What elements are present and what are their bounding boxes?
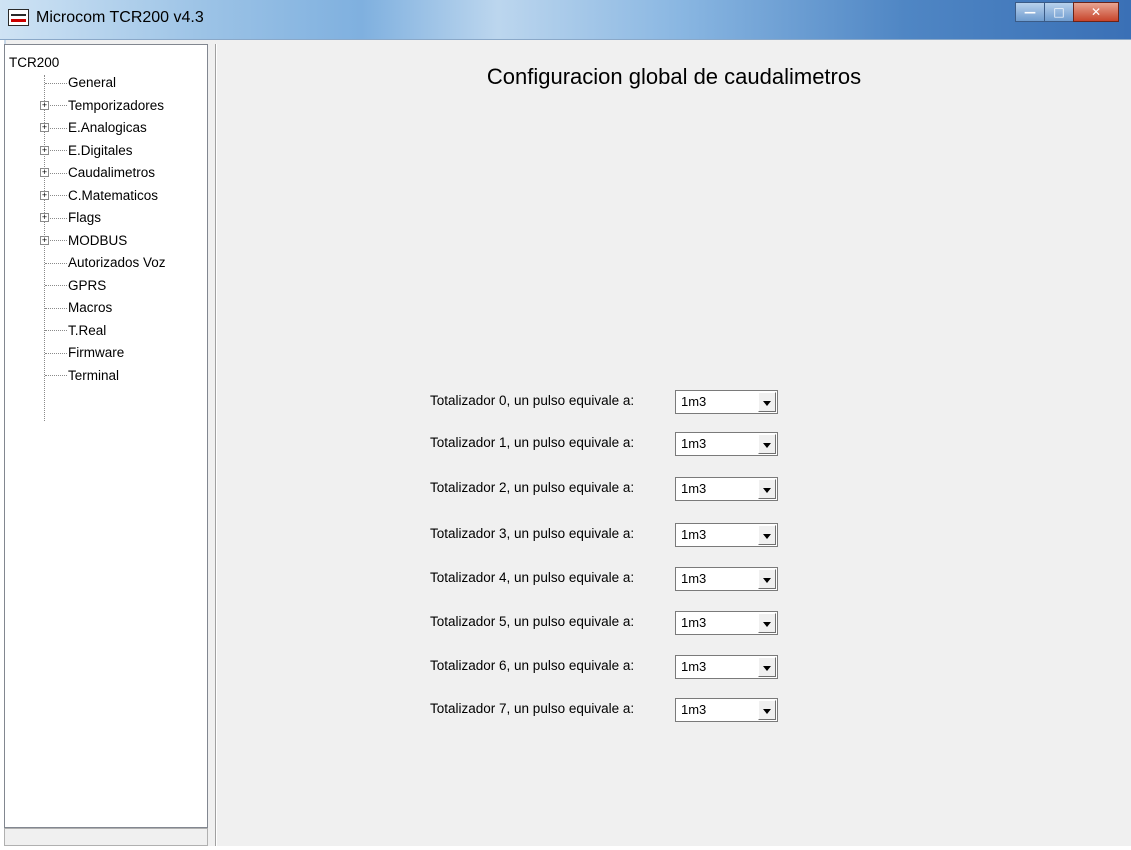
totalizer-label: Totalizador 7, un pulso equivale a: [430, 701, 635, 716]
select-value: 1m3 [681, 527, 707, 542]
totalizer-unit-select-3[interactable]: 1m3 [675, 523, 778, 547]
tree-item-label: Flags [68, 210, 102, 225]
expand-icon[interactable]: + [40, 190, 49, 200]
tree-item-label: General [68, 75, 117, 90]
page-title: Configuracion global de caudalimetros [486, 64, 862, 89]
chevron-down-icon[interactable] [758, 434, 776, 454]
totalizer-label: Totalizador 2, un pulso equivale a: [430, 480, 635, 495]
chevron-down-icon[interactable] [758, 613, 776, 633]
tree-connector [45, 352, 67, 354]
chevron-down-icon[interactable] [758, 569, 776, 589]
tree-item-e-digitales[interactable]: + E.Digitales [40, 141, 133, 161]
tree-item-label: Firmware [68, 345, 125, 360]
maximize-button[interactable]: □ [1044, 2, 1074, 22]
expand-icon[interactable]: + [40, 213, 49, 222]
select-value: 1m3 [681, 659, 707, 674]
tree-item-label: Autorizados Voz [68, 255, 166, 270]
tree-item-c-matematicos[interactable]: + C.Matematicos [40, 186, 159, 206]
tree-item-label: T.Real [68, 322, 107, 338]
totalizer-unit-select-6[interactable]: 1m3 [675, 655, 778, 679]
navigation-tree[interactable]: TCR200 General + Temporizadores + E.Analogic… [4, 44, 208, 828]
tree-item-terminal[interactable]: Terminal [45, 366, 119, 386]
title-bar[interactable]: Microcom TCR200 v4.3 — □ ✕ [0, 0, 1131, 40]
tree-connector [45, 285, 67, 287]
select-value: 1m3 [681, 571, 707, 586]
window-controls: — □ ✕ [1015, 2, 1119, 22]
totalizer-unit-select-5[interactable]: 1m3 [675, 611, 778, 635]
totalizer-unit-select-1[interactable]: 1m3 [675, 432, 778, 456]
minimize-icon: — [1024, 5, 1036, 19]
expand-icon[interactable]: + [40, 145, 49, 155]
tree-connector [45, 375, 67, 377]
tree-item-macros[interactable]: Macros [45, 298, 112, 318]
tree-item-label: Macros [68, 300, 113, 315]
expand-icon[interactable]: + [40, 123, 49, 132]
tree-item-label: GPRS [68, 277, 107, 293]
close-icon: ✕ [1090, 5, 1102, 19]
tree-item-label: Caudalimetros [68, 165, 156, 180]
tree-item-modbus[interactable]: + MODBUS [40, 231, 128, 251]
tree-item-label: Temporizadores [68, 97, 165, 113]
chevron-down-icon[interactable] [758, 479, 776, 499]
expand-icon[interactable]: + [40, 168, 49, 177]
tree-item-general[interactable]: General [45, 73, 116, 93]
expand-icon[interactable]: + [40, 100, 49, 110]
totalizer-label: Totalizador 1, un pulso equivale a: [430, 435, 635, 450]
tree-horizontal-scrollbar[interactable] [4, 828, 208, 846]
select-value: 1m3 [681, 702, 707, 717]
totalizer-label: Totalizador 3, un pulso equivale a: [430, 526, 635, 541]
select-value: 1m3 [681, 615, 707, 630]
select-value: 1m3 [681, 481, 707, 496]
window-bottom-edge [0, 846, 1131, 850]
tree-item-t-real[interactable]: T.Real [45, 321, 106, 341]
tree-item-gprs[interactable]: GPRS [45, 276, 106, 296]
tree-connector [45, 82, 67, 84]
tree-item-e-analogicas[interactable]: + E.Analogicas [40, 118, 147, 138]
totalizer-label: Totalizador 0, un pulso equivale a: [430, 393, 635, 408]
tree-item-firmware[interactable]: Firmware [45, 343, 124, 363]
tree-item-autorizados-voz[interactable]: Autorizados Voz [45, 253, 166, 273]
tree-item-label: C.Matematicos [68, 187, 159, 203]
totalizer-unit-select-7[interactable]: 1m3 [675, 698, 778, 722]
totalizer-unit-select-4[interactable]: 1m3 [675, 567, 778, 591]
app-logo-icon [8, 9, 29, 26]
totalizer-label: Totalizador 5, un pulso equivale a: [430, 614, 635, 629]
tree-item-temporizadores[interactable]: + Temporizadores [40, 96, 165, 116]
tree-item-caudalimetros[interactable]: + Caudalimetros [40, 163, 156, 183]
tree-item-flags[interactable]: + Flags [40, 208, 102, 228]
totalizer-label: Totalizador 4, un pulso equivale a: [430, 570, 635, 585]
select-value: 1m3 [681, 394, 707, 409]
maximize-icon: □ [1053, 5, 1065, 19]
panel-splitter[interactable] [215, 44, 217, 846]
chevron-down-icon[interactable] [758, 700, 776, 720]
totalizer-label: Totalizador 6, un pulso equivale a: [430, 658, 635, 673]
minimize-button[interactable]: — [1015, 2, 1045, 22]
tree-item-label: E.Digitales [68, 142, 133, 158]
tree-item-label: Terminal [68, 367, 120, 383]
window-title: Microcom TCR200 v4.3 [36, 9, 204, 26]
chevron-down-icon[interactable] [758, 392, 776, 412]
chevron-down-icon[interactable] [758, 525, 776, 545]
tree-root-item[interactable]: TCR200 [9, 55, 59, 70]
tree-item-label: MODBUS [68, 232, 128, 248]
expand-icon[interactable]: + [40, 235, 49, 245]
close-button[interactable]: ✕ [1073, 2, 1119, 22]
chevron-down-icon[interactable] [758, 657, 776, 677]
tree-item-label: E.Analogicas [68, 120, 147, 135]
tree-connector [45, 262, 67, 264]
select-value: 1m3 [681, 436, 707, 451]
tree-connector [45, 330, 67, 332]
tree-connector [45, 307, 67, 309]
totalizer-unit-select-2[interactable]: 1m3 [675, 477, 778, 501]
totalizer-unit-select-0[interactable]: 1m3 [675, 390, 778, 414]
